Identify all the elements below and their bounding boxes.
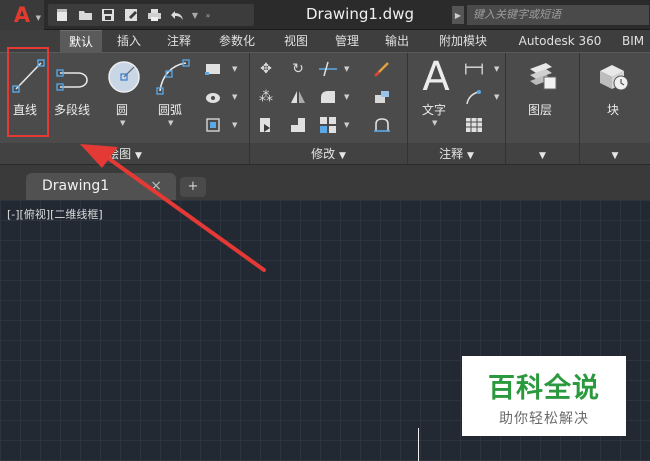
watermark: 百科全说 助你轻松解决	[462, 356, 626, 436]
watermark-subtitle: 助你轻松解决	[499, 411, 589, 427]
watermark-title: 百科全说	[488, 373, 600, 404]
